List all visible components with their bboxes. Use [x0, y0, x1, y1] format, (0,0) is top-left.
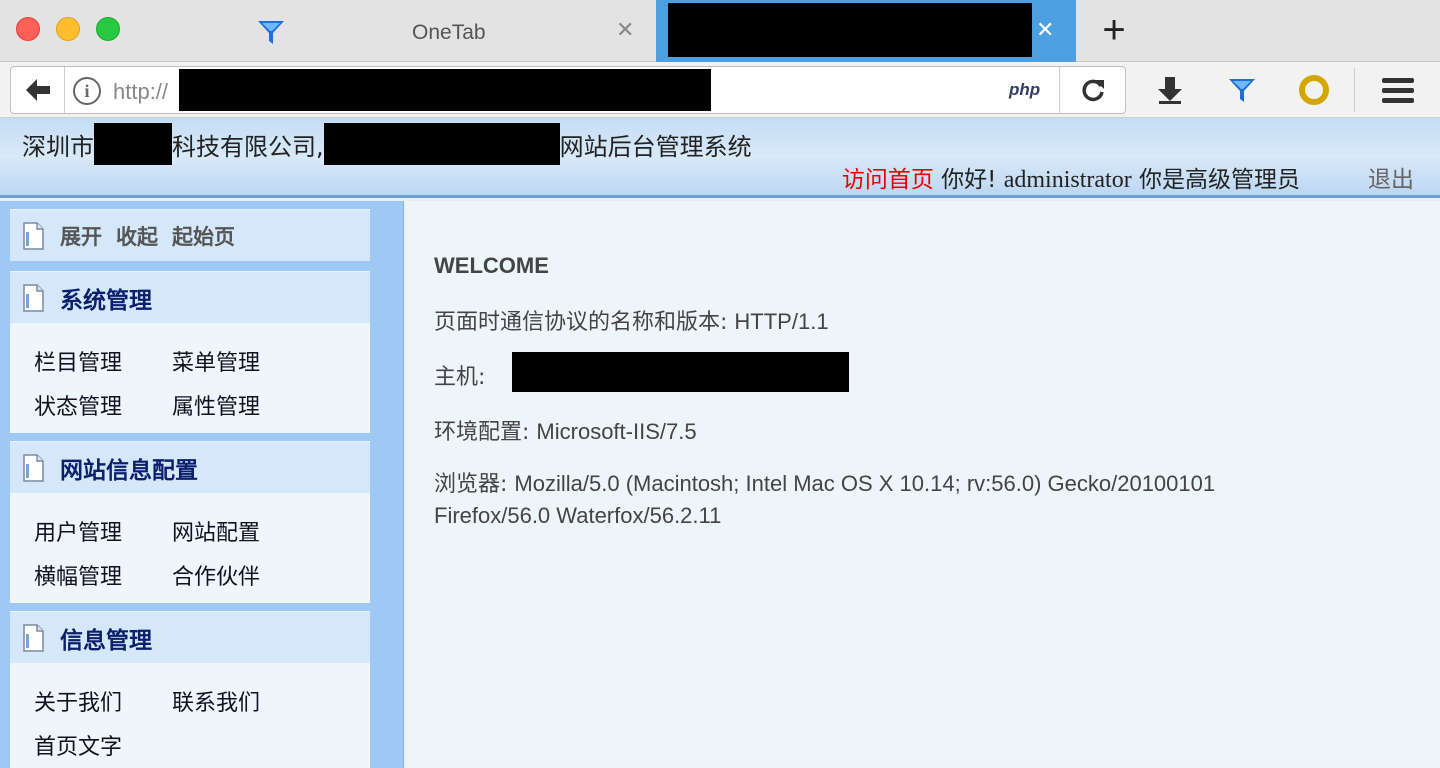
section-title: 信息管理 [60, 627, 152, 654]
document-icon [23, 453, 44, 482]
browser-nav-bar: i http:// php [0, 62, 1440, 118]
protocol-line: 页面时通信协议的名称和版本: HTTP/1.1 [434, 304, 829, 336]
site-title-part: 网站后台管理系统 [559, 132, 752, 161]
download-icon [1158, 77, 1182, 104]
admin-header: 深圳市 科技有限公司, 网站后台管理系统 访问首页 你好! administra… [0, 118, 1440, 198]
sidebar-section-head[interactable]: 信息管理 [10, 611, 370, 663]
sidebar-link[interactable]: 首页文字 [34, 731, 172, 765]
url-bar[interactable]: i http:// php [10, 66, 1126, 114]
role-text: 你是高级管理员 [1139, 167, 1300, 193]
sidebar-link[interactable]: 网站配置 [172, 517, 310, 551]
expand-all-link[interactable]: 展开 [60, 221, 102, 251]
document-icon [23, 283, 44, 312]
env-value: Microsoft-IIS/7.5 [536, 419, 697, 444]
protocol-value: HTTP/1.1 [734, 309, 829, 334]
welcome-heading: WELCOME [434, 253, 549, 278]
sidebar-section-info: 信息管理 关于我们 联系我们 首页文字 [10, 611, 370, 768]
tab-active[interactable]: ✕ [656, 0, 1076, 62]
browser-line: 浏览器: Mozilla/5.0 (Macintosh; Intel Mac O… [434, 468, 1334, 532]
section-links: 用户管理 网站配置 横幅管理 合作伙伴 [10, 493, 370, 595]
onetab-funnel-icon [258, 21, 284, 44]
site-title: 深圳市 科技有限公司, 网站后台管理系统 [22, 123, 752, 165]
greeting-text: 你好! [941, 167, 997, 193]
redacted-url [179, 69, 711, 111]
host-label: 主机: [434, 365, 486, 390]
php-badge: php [1009, 80, 1041, 99]
site-title-part: 科技有限公司, [172, 132, 324, 161]
start-page-link[interactable]: 起始页 [172, 221, 235, 251]
protocol-label: 页面时通信协议的名称和版本: [434, 310, 728, 335]
username: administrator [1003, 167, 1132, 193]
sidebar-controls-head: 展开 收起 起始页 [10, 209, 370, 261]
sidebar-controls: 展开 收起 起始页 [10, 209, 370, 261]
section-title: 系统管理 [60, 287, 152, 314]
redacted-site-name [323, 123, 560, 165]
menu-button[interactable] [1380, 72, 1416, 108]
tab-close-icon[interactable]: ✕ [1036, 18, 1054, 43]
visit-home-link[interactable]: 访问首页 [842, 167, 934, 193]
site-title-part: 深圳市 [22, 132, 94, 161]
document-icon [23, 221, 44, 250]
onetab-button[interactable] [1224, 72, 1260, 108]
sidebar-link[interactable]: 状态管理 [34, 391, 172, 425]
host-line: 主机: [434, 359, 485, 391]
redacted-company-name [94, 123, 172, 165]
reload-button[interactable] [1059, 67, 1125, 113]
onetab-funnel-icon [1229, 79, 1255, 102]
sidebar-link[interactable]: 用户管理 [34, 517, 172, 551]
redacted-host-value [512, 352, 849, 392]
env-label: 环境配置: [434, 420, 530, 445]
back-button[interactable] [11, 67, 65, 113]
window-minimize-button[interactable] [56, 17, 80, 41]
sidebar-section-head[interactable]: 系统管理 [10, 271, 370, 323]
sidebar-link[interactable]: 关于我们 [34, 687, 172, 721]
browser-label: 浏览器: [434, 472, 508, 497]
tab-title: OneTab [412, 21, 486, 44]
environment-line: 环境配置: Microsoft-IIS/7.5 [434, 414, 697, 446]
sidebar-section-head[interactable]: 网站信息配置 [10, 441, 370, 493]
main-content: WELCOME 页面时通信协议的名称和版本: HTTP/1.1 主机: 环境配置… [405, 201, 1440, 768]
info-icon[interactable]: i [73, 77, 101, 105]
new-tab-button[interactable]: + [1096, 10, 1132, 50]
sidebar-link[interactable]: 栏目管理 [34, 347, 172, 381]
browser-value: Mozilla/5.0 (Macintosh; Intel Mac OS X 1… [434, 471, 1216, 528]
reload-icon [1081, 79, 1104, 102]
sidebar-section-system: 系统管理 栏目管理 菜单管理 状态管理 属性管理 [10, 271, 370, 433]
section-links: 栏目管理 菜单管理 状态管理 属性管理 [10, 323, 370, 425]
back-arrow-icon [25, 79, 50, 101]
collapse-all-link[interactable]: 收起 [116, 221, 158, 251]
section-links: 关于我们 联系我们 首页文字 [10, 663, 370, 765]
browser-tab-bar: OneTab ✕ ✕ + [0, 0, 1440, 62]
addon-button[interactable] [1296, 72, 1332, 108]
sidebar-link[interactable]: 属性管理 [172, 391, 310, 425]
user-bar: 访问首页 你好! administrator 你是高级管理员 [842, 160, 1300, 194]
tab-close-icon[interactable]: ✕ [616, 18, 634, 43]
ring-addon-icon [1299, 75, 1329, 105]
section-title: 网站信息配置 [60, 457, 198, 484]
tab-onetab[interactable]: OneTab ✕ [240, 0, 656, 62]
sidebar-section-site-config: 网站信息配置 用户管理 网站配置 横幅管理 合作伙伴 [10, 441, 370, 603]
hamburger-menu-icon [1382, 78, 1414, 103]
url-text[interactable]: http:// [113, 79, 168, 105]
sidebar-link[interactable]: 横幅管理 [34, 561, 172, 595]
download-button[interactable] [1152, 72, 1188, 108]
window-zoom-button[interactable] [96, 17, 120, 41]
sidebar-link[interactable]: 合作伙伴 [172, 561, 310, 595]
toolbar-divider [1354, 68, 1355, 112]
logout-link[interactable]: 退出 [1368, 160, 1414, 194]
sidebar-link[interactable]: 菜单管理 [172, 347, 310, 381]
window-close-button[interactable] [16, 17, 40, 41]
document-icon [23, 623, 44, 652]
sidebar: 展开 收起 起始页 系统管理 栏目管理 菜单管理 状态管理 属性管理 网站信息配… [0, 201, 404, 768]
redacted-tab-title [668, 3, 1032, 57]
sidebar-link[interactable]: 联系我们 [172, 687, 310, 721]
